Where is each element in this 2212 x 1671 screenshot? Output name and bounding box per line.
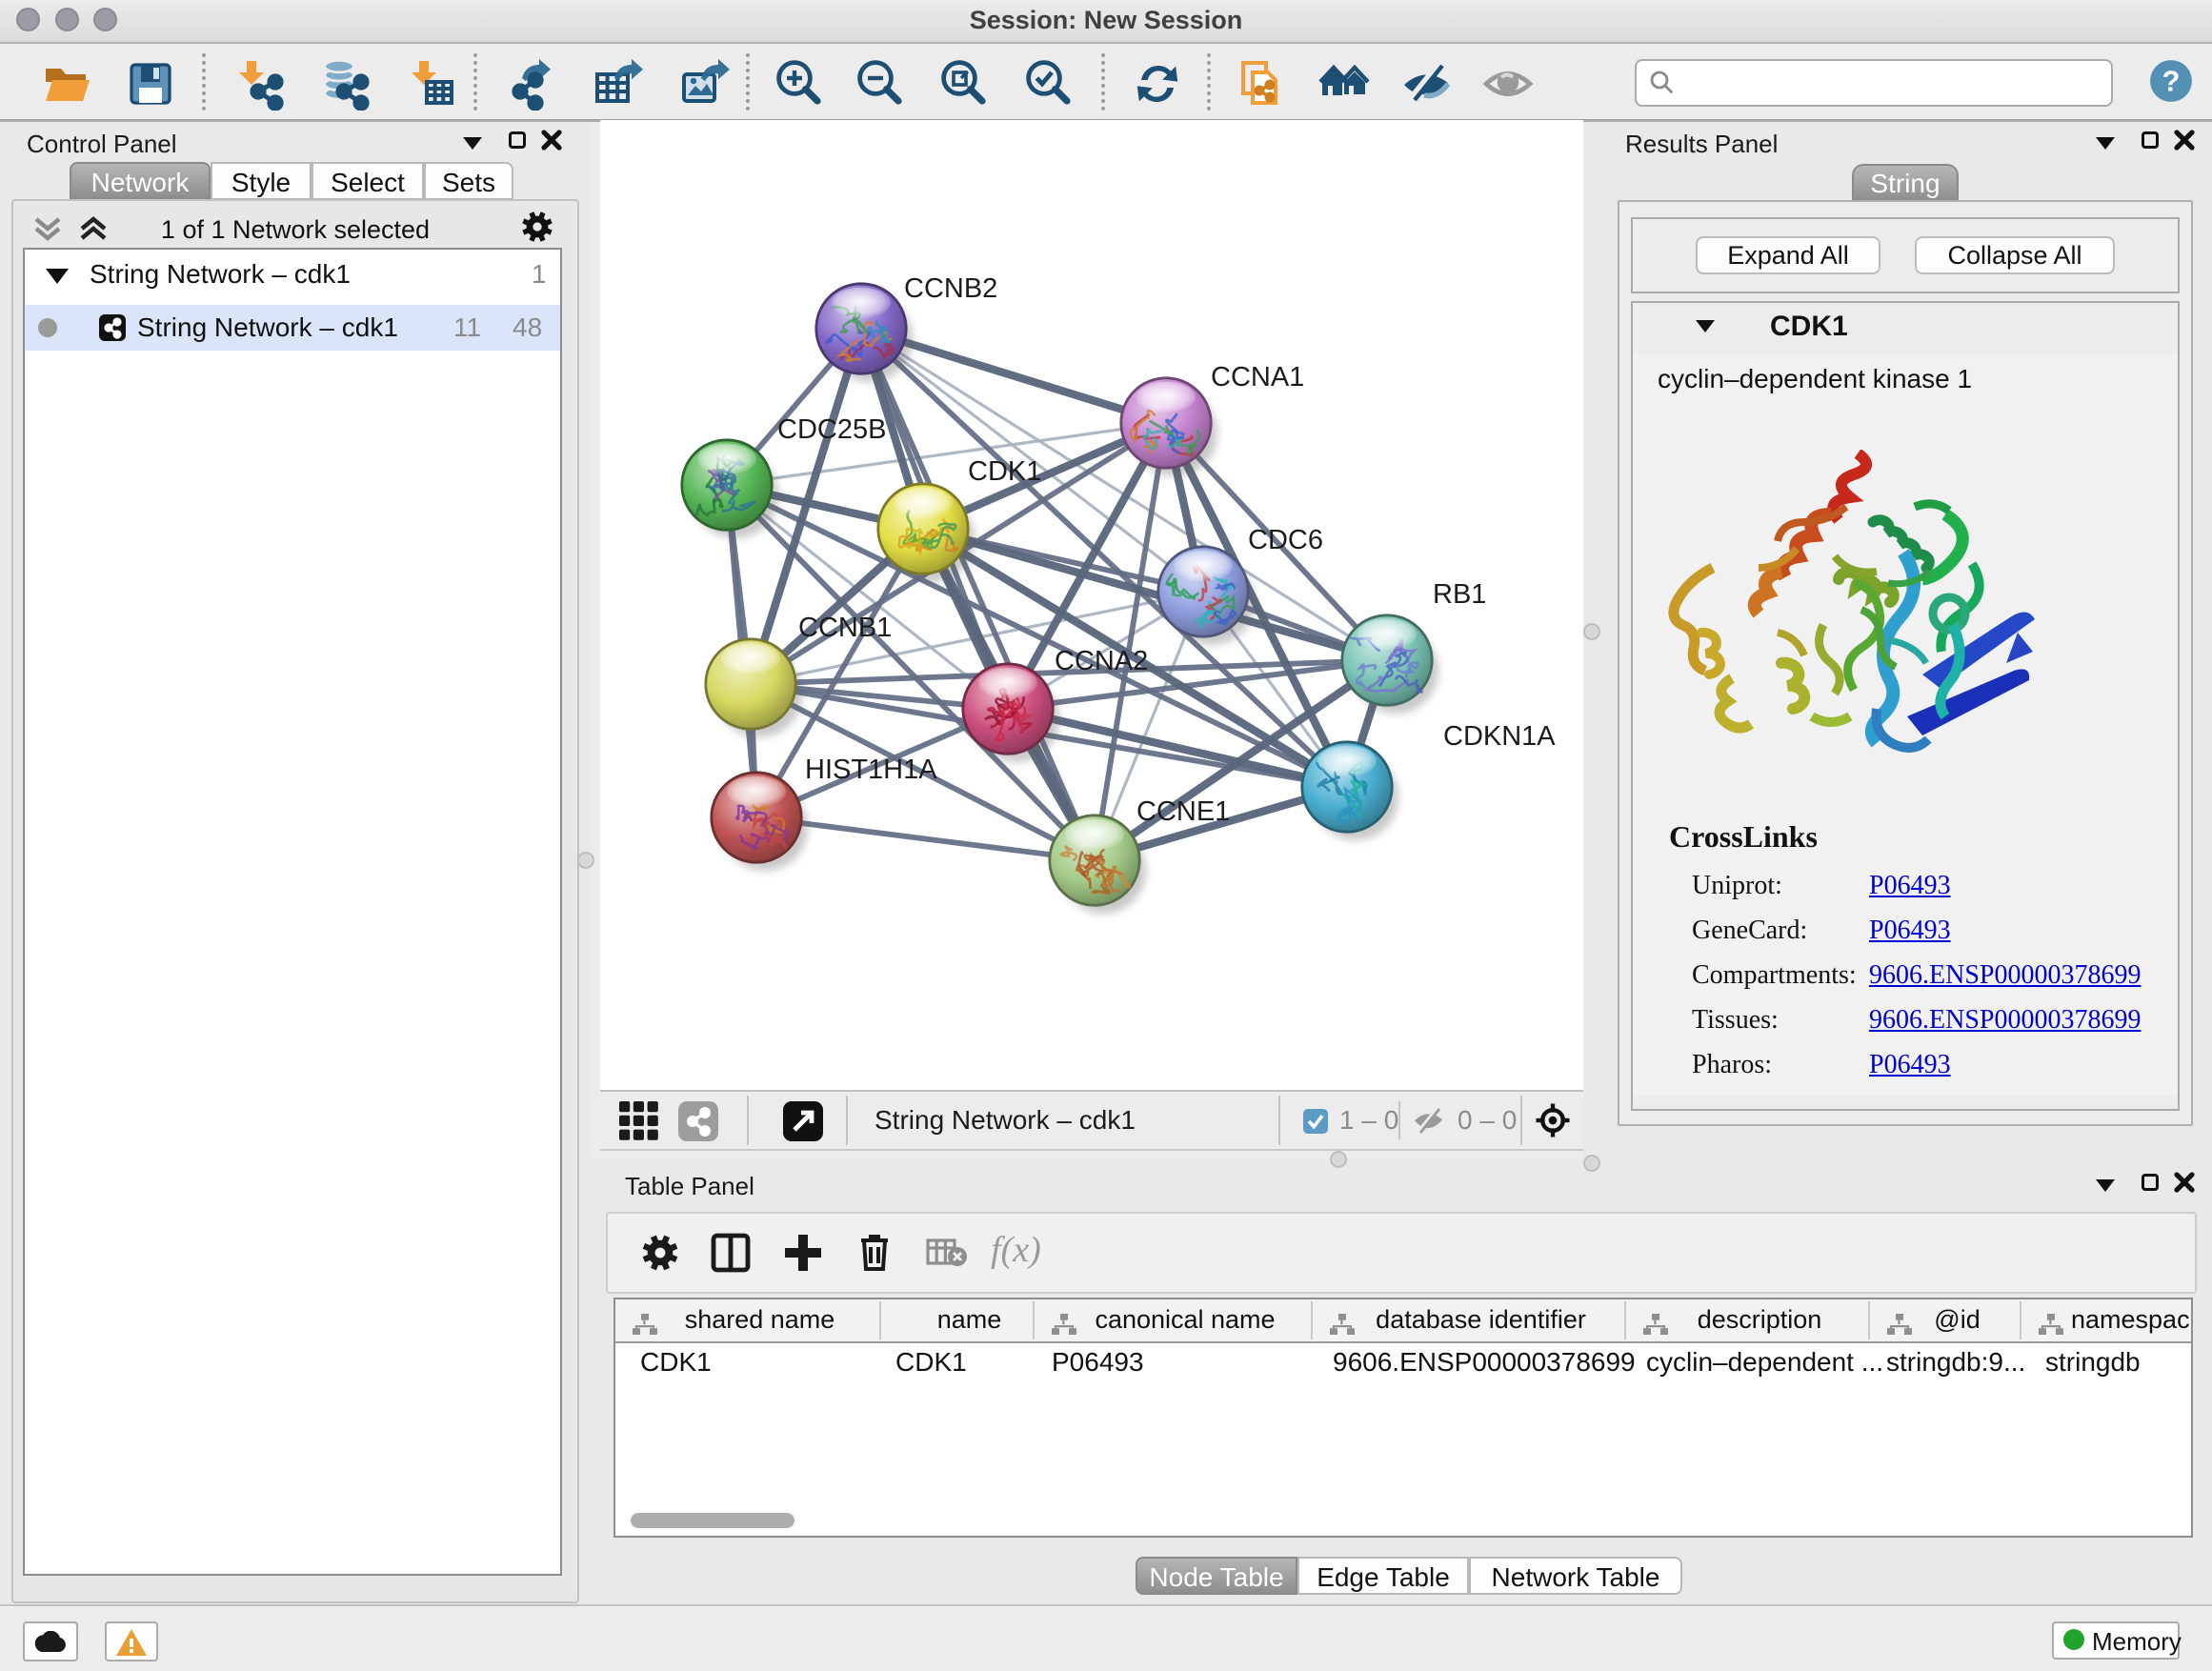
svg-text:HIST1H1A: HIST1H1A — [805, 755, 937, 785]
svg-text:CCNB1: CCNB1 — [798, 613, 892, 643]
svg-text:CDC25B: CDC25B — [777, 414, 886, 445]
svg-text:CCNE1: CCNE1 — [1136, 796, 1230, 827]
svg-text:CDC6: CDC6 — [1248, 525, 1323, 555]
svg-text:CCNA2: CCNA2 — [1055, 646, 1148, 676]
svg-text:RB1: RB1 — [1433, 579, 1486, 610]
svg-text:CCNA1: CCNA1 — [1211, 362, 1304, 393]
svg-text:CCNB2: CCNB2 — [904, 273, 997, 304]
svg-text:CDKN1A: CDKN1A — [1443, 721, 1556, 752]
svg-text:CDK1: CDK1 — [968, 456, 1041, 487]
svg-text:?: ? — [2162, 66, 2181, 98]
